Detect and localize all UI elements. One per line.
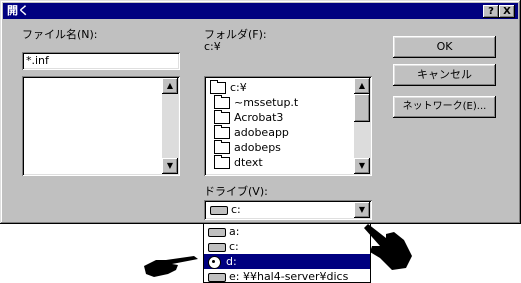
file-name-value: *.inf (26, 54, 49, 67)
drive-select[interactable]: c: ▼ (204, 200, 372, 220)
scroll-down-icon[interactable]: ▼ (354, 158, 370, 174)
drive-option-e[interactable]: e: ¥¥hal4-server¥dics (204, 269, 370, 282)
ok-button[interactable]: OK (393, 36, 496, 58)
cd-drive-icon (208, 255, 221, 269)
title-bar: 開く ? X (3, 3, 518, 19)
folder-icon (214, 125, 230, 139)
open-folder-icon (210, 80, 226, 94)
drive-option-d[interactable]: d: (204, 254, 370, 269)
folder-item[interactable]: adobeps (214, 140, 281, 155)
network-drive-icon (208, 272, 226, 282)
drive-selected-value: c: (210, 203, 241, 216)
drive-option-c[interactable]: c: (204, 239, 370, 254)
folder-item[interactable]: ~mssetup.t (214, 95, 298, 110)
help-button[interactable]: ? (483, 5, 499, 18)
floppy-drive-icon (208, 227, 226, 237)
hard-drive-icon (208, 242, 226, 252)
file-list-scrollbar[interactable]: ▲ ▼ (162, 78, 178, 174)
hard-drive-icon (210, 205, 228, 215)
folder-item[interactable]: adobeapp (214, 125, 289, 140)
chevron-down-icon[interactable]: ▼ (354, 202, 370, 218)
close-button[interactable]: X (499, 5, 515, 18)
file-list[interactable]: ▲ ▼ (22, 76, 180, 176)
folder-icon (214, 110, 230, 124)
drive-label: ドライブ(V): (204, 185, 268, 198)
scroll-up-icon[interactable]: ▲ (354, 78, 370, 94)
drive-dropdown-list[interactable]: a: c: d: e: ¥¥hal4-server¥dics (203, 223, 371, 283)
window-title: 開く (7, 4, 29, 17)
pointing-hand-icon (144, 256, 198, 277)
folder-list-scrollbar[interactable]: ▲ ▼ (354, 78, 370, 174)
pointing-hand-icon (364, 224, 412, 270)
file-name-input[interactable]: *.inf (22, 52, 180, 70)
scroll-up-icon[interactable]: ▲ (162, 78, 178, 94)
folder-icon (214, 140, 230, 154)
folder-item[interactable]: c:¥ (210, 80, 247, 95)
cancel-button[interactable]: キャンセル (393, 64, 496, 86)
folder-item[interactable]: Acrobat3 (214, 110, 283, 125)
folder-list[interactable]: c:¥ ~mssetup.t Acrobat3 adobeapp adobeps… (204, 76, 372, 176)
current-folder-path: c:¥ (204, 40, 221, 53)
folder-icon (214, 155, 230, 169)
drive-option-a[interactable]: a: (204, 224, 370, 239)
file-name-label: ファイル名(N): (22, 28, 98, 41)
folder-icon (214, 95, 230, 109)
folder-item[interactable]: dtext (214, 155, 263, 170)
open-dialog: 開く ? X ファイル名(N): *.inf ▲ ▼ フォルダ(F): c:¥ … (0, 0, 521, 224)
network-button[interactable]: ネットワーク(E)... (393, 96, 496, 118)
scroll-down-icon[interactable]: ▼ (162, 158, 178, 174)
scroll-thumb[interactable] (354, 94, 370, 122)
